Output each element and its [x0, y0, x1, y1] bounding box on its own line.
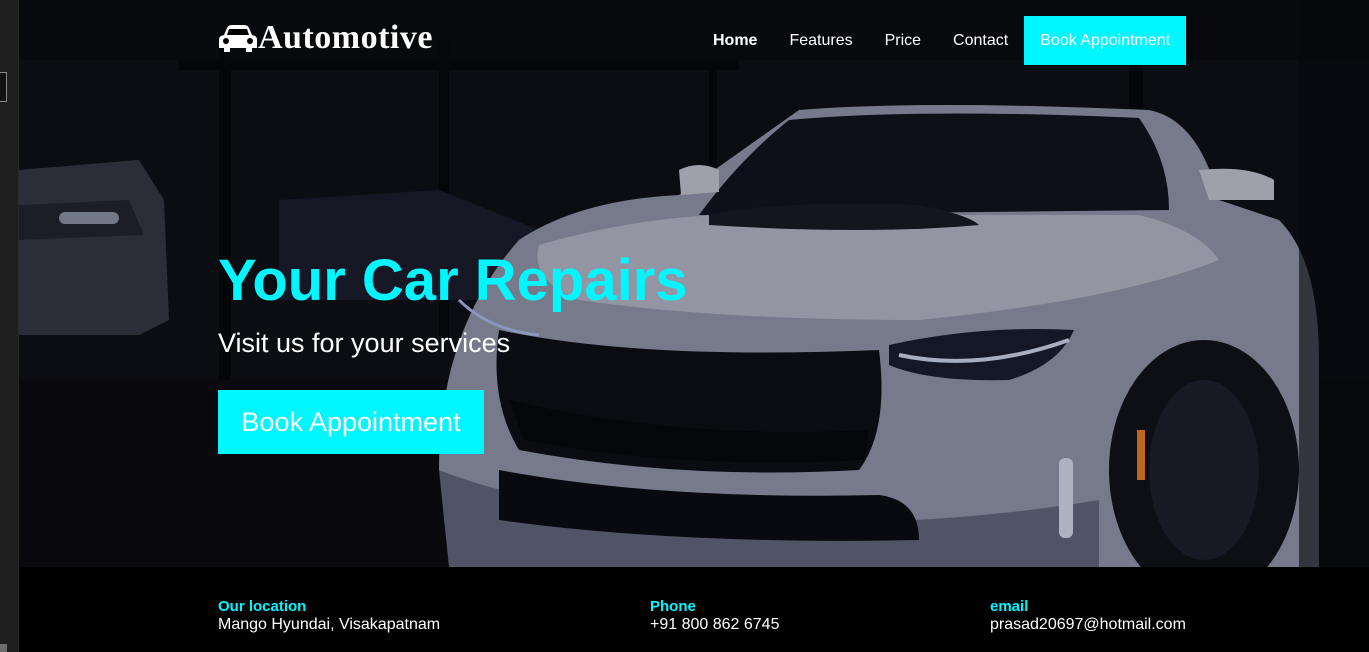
footer-email-value[interactable]: prasad20697@hotmail.com: [990, 616, 1186, 634]
top-navbar: Automotive Home Features Price Contact B…: [19, 0, 1369, 80]
footer-phone-label: Phone: [650, 598, 696, 615]
nav-link-contact[interactable]: Contact: [937, 16, 1024, 65]
hero-book-appointment-button[interactable]: Book Appointment: [218, 390, 484, 454]
footer-location-label: Our location: [218, 598, 307, 615]
footer-email-label: email: [990, 598, 1029, 615]
brand-logo[interactable]: Automotive: [218, 18, 433, 58]
footer-phone-value[interactable]: +91 800 862 6745: [650, 616, 779, 634]
hero-subtitle: Visit us for your services: [218, 328, 511, 358]
nav-link-features[interactable]: Features: [773, 16, 868, 65]
footer-location: Our location Mango Hyundai, Visakapatnam: [218, 598, 440, 634]
gutter-resize-handle[interactable]: [0, 644, 7, 652]
footer-email: email prasad20697@hotmail.com: [990, 598, 1186, 634]
gutter-collapse-tab[interactable]: [0, 72, 7, 102]
hero-text-block: Your Car Repairs Visit us for your servi…: [218, 248, 688, 360]
footer-contact-bar: Our location Mango Hyundai, Visakapatnam…: [19, 567, 1369, 652]
editor-side-gutter: [0, 0, 19, 652]
nav-link-home[interactable]: Home: [697, 16, 773, 65]
nav-menu: Home Features Price Contact Book Appoint…: [697, 16, 1187, 65]
nav-book-appointment-button[interactable]: Book Appointment: [1024, 16, 1187, 65]
brand-name: Automotive: [258, 19, 433, 56]
car-icon: [219, 25, 257, 52]
footer-phone: Phone +91 800 862 6745: [650, 598, 779, 634]
hero-title: Your Car Repairs: [218, 248, 688, 313]
footer-location-value: Mango Hyundai, Visakapatnam: [218, 616, 441, 633]
nav-link-price[interactable]: Price: [869, 16, 937, 65]
